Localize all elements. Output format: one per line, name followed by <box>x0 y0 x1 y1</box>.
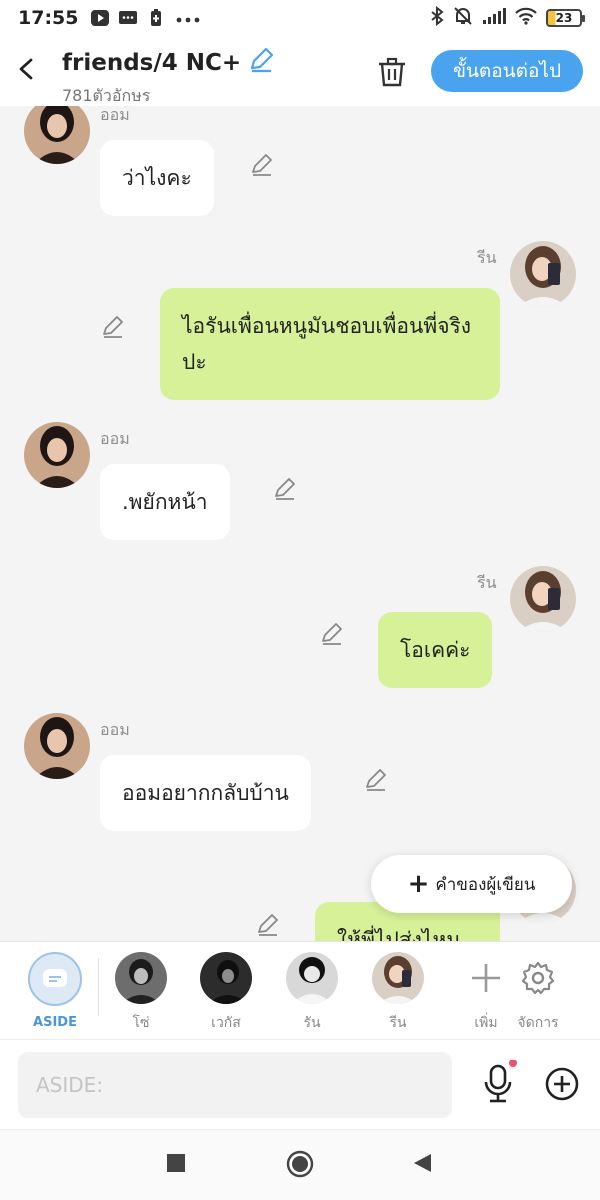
more-dots-icon <box>174 8 202 28</box>
message-bubble[interactable]: ไอรันเพื่อนหนูมันชอบเพื่อนพี่จริงปะ <box>160 288 500 400</box>
character-item[interactable]: รัน <box>277 952 347 1034</box>
author-note-button[interactable]: + คำของผู้เขียน <box>371 855 572 913</box>
avatar <box>372 952 424 1004</box>
back-arrow-icon[interactable] <box>14 54 38 84</box>
composer <box>0 1039 600 1129</box>
character-label: ASIDE <box>33 1015 77 1030</box>
page-title-row: friends/4 NC+ <box>62 46 275 80</box>
character-label: โซ่ <box>132 1015 150 1031</box>
message-bubble[interactable]: ว่าไงคะ <box>100 140 214 216</box>
battery-indicator: 23 <box>546 9 585 27</box>
avatar <box>115 952 167 1004</box>
back-nav-icon[interactable] <box>411 1152 433 1178</box>
avatar[interactable] <box>24 422 90 488</box>
plus-icon: + <box>407 869 430 899</box>
manage-characters-button[interactable]: จัดการ <box>503 952 573 1034</box>
character-aside[interactable]: ASIDE <box>20 952 90 1030</box>
edit-message-pencil-icon[interactable] <box>100 314 126 340</box>
manage-characters-label: จัดการ <box>517 1015 559 1031</box>
avatar <box>200 952 252 1004</box>
add-character-label: เพิ่ม <box>474 1015 498 1031</box>
chat-area[interactable]: ออม ว่าไงคะ รีน ไอรันเพื่อนหนูมันชอบเพื่… <box>0 106 600 941</box>
author-note-label: คำของผู้เขียน <box>435 874 536 895</box>
media-app-icon <box>90 8 110 28</box>
sender-name: ออม <box>100 720 130 739</box>
message-bubble[interactable]: โอเคค่ะ <box>378 612 493 688</box>
trash-icon[interactable] <box>376 56 408 88</box>
wifi-icon <box>514 7 538 29</box>
avatar <box>286 952 338 1004</box>
aside-avatar <box>28 952 82 1006</box>
sender-name: รีน <box>477 573 497 592</box>
message-icon <box>118 8 138 28</box>
edit-message-pencil-icon[interactable] <box>272 476 298 502</box>
signal-icon <box>482 7 506 29</box>
recent-apps-icon[interactable] <box>165 1152 187 1178</box>
status-bar: 17:55 23 <box>0 0 600 36</box>
message-input[interactable] <box>18 1052 452 1118</box>
chat-header: friends/4 NC+ 781ตัวอักษร ขั้นตอนต่อไป <box>0 36 600 106</box>
gear-icon <box>512 952 564 1004</box>
character-label: รีน <box>389 1015 407 1031</box>
bluetooth-icon <box>430 5 444 30</box>
status-time: 17:55 <box>18 7 79 29</box>
divider <box>98 958 99 1016</box>
avatar[interactable] <box>24 106 90 164</box>
add-attachment-icon[interactable] <box>542 1064 582 1104</box>
battery-saver-icon <box>146 8 166 28</box>
message-bubble[interactable]: .พยักหน้า <box>100 464 230 540</box>
edit-message-pencil-icon[interactable] <box>319 621 345 647</box>
avatar[interactable] <box>24 713 90 779</box>
message-bubble[interactable]: ออมอยากกลับบ้าน <box>100 755 311 831</box>
edit-message-pencil-icon[interactable] <box>255 912 281 938</box>
home-icon[interactable] <box>286 1150 314 1182</box>
page-title: friends/4 NC+ <box>62 50 242 76</box>
edit-title-pencil-icon[interactable] <box>247 46 275 80</box>
microphone-icon[interactable] <box>479 1059 519 1110</box>
edit-message-pencil-icon[interactable] <box>249 152 275 178</box>
character-label: เวกัส <box>211 1015 241 1031</box>
edit-message-pencil-icon[interactable] <box>363 767 389 793</box>
sender-name: ออม <box>100 106 130 124</box>
sender-name: รีน <box>477 248 497 267</box>
avatar[interactable] <box>510 566 576 632</box>
sender-name: ออม <box>100 429 130 448</box>
character-item[interactable]: เวกัส <box>191 952 261 1034</box>
mute-bell-icon <box>452 6 474 30</box>
next-step-button[interactable]: ขั้นตอนต่อไป <box>431 50 583 92</box>
title-block: friends/4 NC+ 781ตัวอักษร <box>62 46 275 109</box>
character-label: รัน <box>303 1015 321 1031</box>
avatar[interactable] <box>510 241 576 307</box>
character-item[interactable]: รีน <box>363 952 433 1034</box>
system-nav-bar <box>0 1129 600 1200</box>
character-item[interactable]: โซ่ <box>106 952 176 1034</box>
character-bar: ASIDE โซ่ เวกัส รัน รีน เพิ่ม จัดการ <box>0 941 600 1039</box>
